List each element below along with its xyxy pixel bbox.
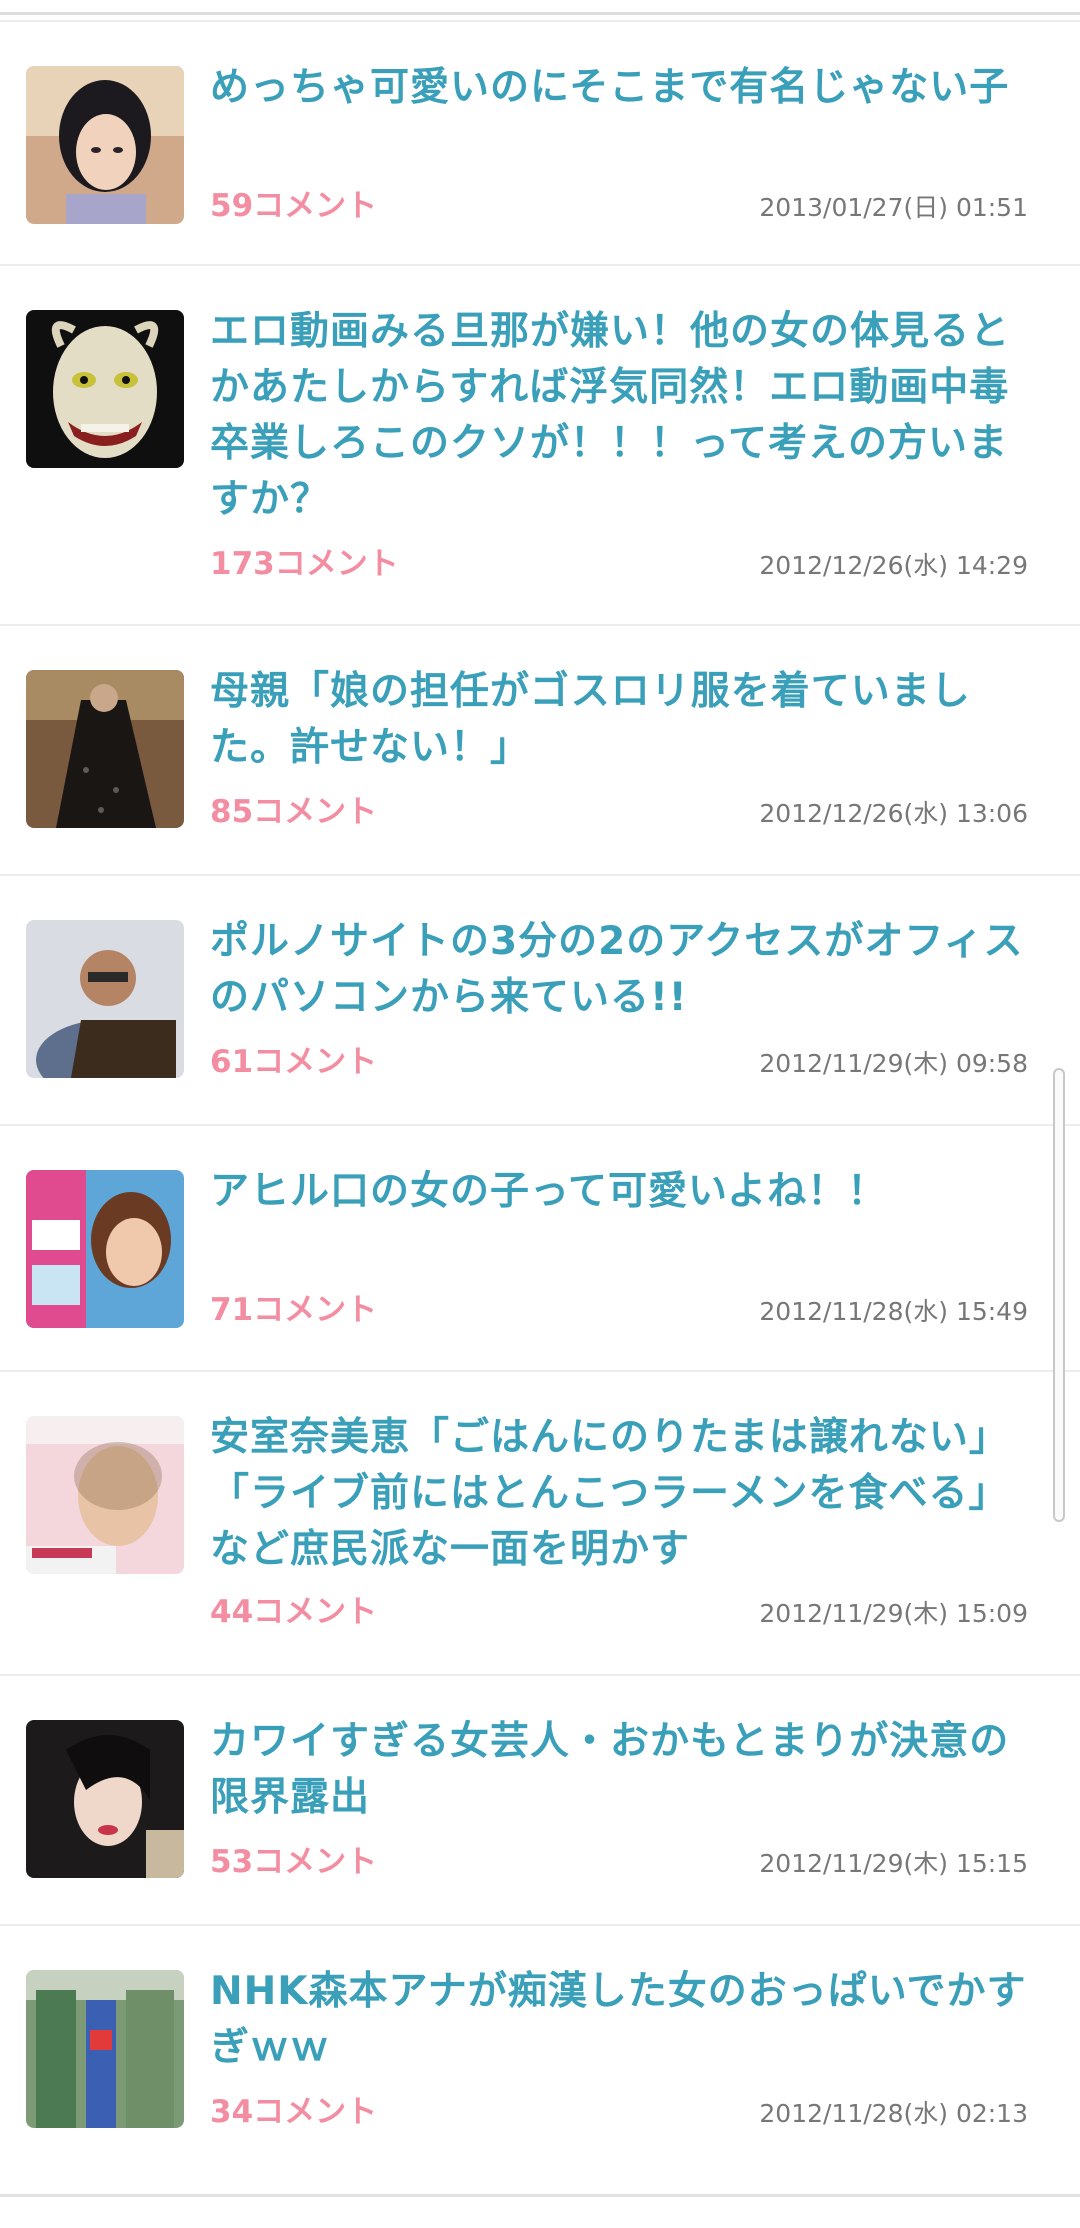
article-title[interactable]: めっちゃ可愛いのにそこまで有名じゃない子 [210, 60, 1030, 116]
gothic-dress-icon[interactable] [26, 670, 184, 828]
post-date: 2012/11/29(木) 09:58 [759, 1049, 1028, 1078]
list-item[interactable]: めっちゃ可愛いのにそこまで有名じゃない子 59コメント 2013/01/27(日… [0, 20, 1080, 266]
comment-count[interactable]: 44コメント [210, 1592, 377, 1632]
article-title[interactable]: エロ動画みる旦那が嫌い！他の女の体見るとかあたしからすれば浮気同然！エロ動画中毒… [210, 304, 1030, 528]
woman-portrait-icon[interactable] [26, 1720, 184, 1878]
post-date: 2012/11/29(木) 15:09 [759, 1599, 1028, 1628]
list-item[interactable]: NHK森本アナが痴漢した女のおっぱいでかすぎｗｗ 34コメント 2012/11/… [0, 1926, 1080, 2196]
article-title[interactable]: アヒル口の女の子って可愛いよね！！ [210, 1164, 1030, 1220]
post-date: 2012/12/26(水) 13:06 [759, 799, 1028, 828]
article-title[interactable]: カワイすぎる女芸人・おかもとまりが決意の限界露出 [210, 1714, 1030, 1826]
list-item[interactable]: エロ動画みる旦那が嫌い！他の女の体見るとかあたしからすれば浮気同然！エロ動画中毒… [0, 266, 1080, 626]
comment-count[interactable]: 53コメント [210, 1842, 377, 1882]
comment-count[interactable]: 61コメント [210, 1042, 377, 1082]
comment-count[interactable]: 34コメント [210, 2092, 377, 2132]
article-list: めっちゃ可愛いのにそこまで有名じゃない子 59コメント 2013/01/27(日… [0, 20, 1080, 2196]
list-item[interactable]: カワイすぎる女芸人・おかもとまりが決意の限界露出 53コメント 2012/11/… [0, 1676, 1080, 1926]
scrollbar[interactable] [1053, 1068, 1065, 1522]
post-date: 2012/11/28(水) 15:49 [759, 1297, 1028, 1326]
comment-count[interactable]: 71コメント [210, 1290, 377, 1330]
article-title[interactable]: 母親「娘の担任がゴスロリ服を着ていました。許せない！」 [210, 664, 1030, 776]
list-item[interactable]: 安室奈美恵「ごはんにのりたまは譲れない」「ライブ前にはとんこつラーメンを食べる」… [0, 1372, 1080, 1676]
list-item[interactable]: 母親「娘の担任がゴスロリ服を着ていました。許せない！」 85コメント 2012/… [0, 626, 1080, 876]
post-date: 2012/11/29(木) 15:15 [759, 1849, 1028, 1878]
article-title[interactable]: ポルノサイトの3分の2のアクセスがオフィスのパソコンから来ている!! [210, 914, 1030, 1026]
post-date: 2013/01/27(日) 01:51 [759, 193, 1028, 222]
article-title[interactable]: 安室奈美恵「ごはんにのりたまは譲れない」「ライブ前にはとんこつラーメンを食べる」… [210, 1410, 1030, 1578]
comment-count[interactable]: 59コメント [210, 186, 377, 226]
magazine-cover-icon[interactable] [26, 1416, 184, 1574]
top-divider [0, 0, 1080, 15]
girl-portrait-icon[interactable] [26, 66, 184, 224]
comment-count[interactable]: 85コメント [210, 792, 377, 832]
train-scene-icon[interactable] [26, 1970, 184, 2128]
hannya-mask-icon[interactable] [26, 310, 184, 468]
post-date: 2012/12/26(水) 14:29 [759, 551, 1028, 580]
man-laptop-icon[interactable] [26, 920, 184, 1078]
comment-count[interactable]: 173コメント [210, 544, 399, 584]
article-title[interactable]: NHK森本アナが痴漢した女のおっぱいでかすぎｗｗ [210, 1964, 1030, 2076]
magazine-girl-icon[interactable] [26, 1170, 184, 1328]
list-item[interactable]: ポルノサイトの3分の2のアクセスがオフィスのパソコンから来ている!! 61コメン… [0, 876, 1080, 1126]
post-date: 2012/11/28(水) 02:13 [759, 2099, 1028, 2128]
bottom-divider [0, 2194, 1080, 2197]
list-item[interactable]: アヒル口の女の子って可愛いよね！！ 71コメント 2012/11/28(水) 1… [0, 1126, 1080, 1372]
